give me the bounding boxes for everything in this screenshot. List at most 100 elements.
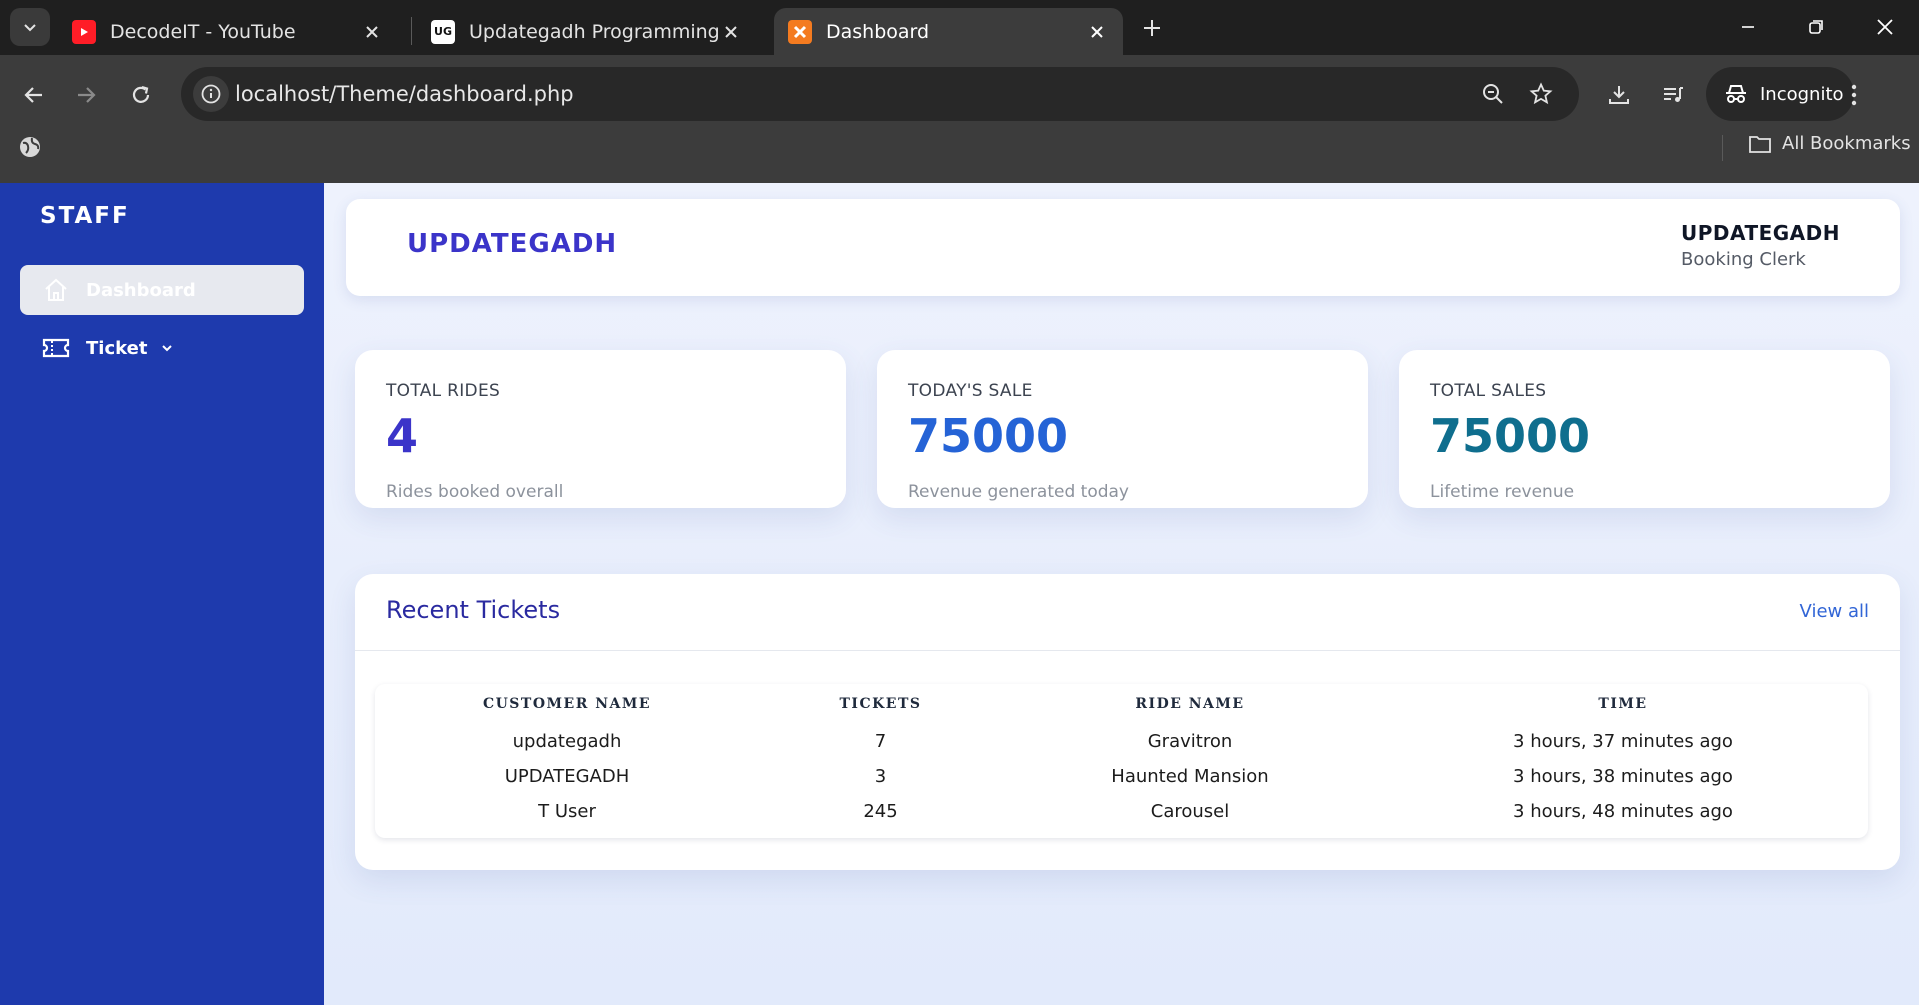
table-row: T User 245 Carousel 3 hours, 48 minutes … xyxy=(375,794,1868,829)
sidebar: STAFF Dashboard Ticket xyxy=(0,183,324,1005)
tab-title: Dashboard xyxy=(826,20,930,43)
cell-ride: Carousel xyxy=(1150,801,1230,822)
recent-tickets-card: Recent Tickets View all CUSTOMER NAME TI… xyxy=(355,574,1900,870)
page-header: UPDATEGADH UPDATEGADH Booking Clerk xyxy=(346,199,1900,296)
tab-dashboard[interactable]: Dashboard xyxy=(774,8,1123,55)
recent-tickets-header: Recent Tickets View all xyxy=(355,574,1900,651)
user-info: UPDATEGADH Booking Clerk xyxy=(1681,221,1840,270)
cell-time: 3 hours, 48 minutes ago xyxy=(1513,801,1733,822)
cell-ride: Haunted Mansion xyxy=(1111,766,1269,787)
user-role: Booking Clerk xyxy=(1681,249,1806,270)
stat-card-todays-sale: TODAY'S SALE 75000 Revenue generated tod… xyxy=(877,350,1368,508)
incognito-label: Incognito xyxy=(1760,83,1844,105)
stat-description: Rides booked overall xyxy=(386,481,564,502)
stat-card-total-rides: TOTAL RIDES 4 Rides booked overall xyxy=(355,350,846,508)
recent-tickets-table: CUSTOMER NAME TICKETS RIDE NAME TIME upd… xyxy=(375,684,1868,829)
stat-description: Revenue generated today xyxy=(908,481,1129,502)
incognito-badge[interactable]: Incognito xyxy=(1706,67,1854,121)
close-tab-icon[interactable] xyxy=(1085,20,1109,44)
column-header: RIDE NAME xyxy=(1135,696,1245,712)
table-header-row: CUSTOMER NAME TICKETS RIDE NAME TIME xyxy=(375,684,1868,724)
home-icon xyxy=(42,276,70,304)
reload-button[interactable] xyxy=(123,77,159,113)
chevron-down-icon xyxy=(161,342,173,354)
stat-label: TOTAL SALES xyxy=(1430,381,1547,401)
incognito-icon xyxy=(1726,85,1746,103)
reload-icon xyxy=(132,85,150,103)
main-content: UPDATEGADH UPDATEGADH Booking Clerk TOTA… xyxy=(324,183,1919,1005)
plus-icon xyxy=(1144,20,1160,36)
close-tab-icon[interactable] xyxy=(360,20,384,44)
stat-label: TODAY'S SALE xyxy=(908,381,1033,401)
close-tab-icon[interactable] xyxy=(719,20,743,44)
minimize-icon xyxy=(1742,26,1754,28)
column-header: TICKETS xyxy=(839,696,922,712)
stat-label: TOTAL RIDES xyxy=(386,381,501,401)
stat-card-total-sales: TOTAL SALES 75000 Lifetime revenue xyxy=(1399,350,1890,508)
tab-youtube[interactable]: DecodeIT - YouTube xyxy=(58,8,398,55)
ticket-icon xyxy=(42,334,70,362)
updategadh-logo-icon: UG xyxy=(431,19,455,44)
minimize-button[interactable] xyxy=(1731,10,1765,44)
tab-title: Updategadh Programming - Up xyxy=(469,20,719,43)
bookmark-star-icon[interactable] xyxy=(1527,80,1555,108)
address-bar[interactable]: localhost/Theme/dashboard.php xyxy=(181,67,1579,121)
media-controls-button[interactable] xyxy=(1655,77,1691,113)
chevron-down-icon xyxy=(24,24,36,32)
cell-tickets: 245 xyxy=(863,801,898,822)
cell-tickets: 7 xyxy=(874,731,887,752)
xampp-icon xyxy=(788,19,812,44)
close-window-button[interactable] xyxy=(1868,10,1902,44)
stat-value: 4 xyxy=(386,409,419,463)
zoom-icon[interactable] xyxy=(1479,80,1507,108)
sidebar-item-ticket[interactable]: Ticket xyxy=(20,323,304,373)
sidebar-item-dashboard[interactable]: Dashboard xyxy=(20,265,304,315)
stat-value: 75000 xyxy=(908,409,1069,463)
cell-customer: UPDATEGADH xyxy=(504,766,630,787)
queue-music-icon xyxy=(1664,87,1683,102)
all-bookmarks-button[interactable]: All Bookmarks xyxy=(1748,133,1911,154)
browser-menu-button[interactable] xyxy=(1836,77,1872,113)
table-row: updategadh 7 Gravitron 3 hours, 37 minut… xyxy=(375,724,1868,759)
browser-toolbar: localhost/Theme/dashboard.php Incognito … xyxy=(0,55,1919,183)
more-vertical-icon xyxy=(1851,84,1857,106)
recent-tickets-title: Recent Tickets xyxy=(386,596,561,624)
back-button[interactable] xyxy=(16,77,52,113)
all-bookmarks-label: All Bookmarks xyxy=(1782,133,1911,154)
cell-customer: updategadh xyxy=(512,731,622,752)
forward-button[interactable] xyxy=(68,77,104,113)
site-info-icon[interactable] xyxy=(193,76,229,112)
sidebar-item-label: Ticket xyxy=(86,337,148,359)
sidebar-item-label: Dashboard xyxy=(86,279,196,301)
cell-customer: T User xyxy=(538,801,596,822)
close-icon xyxy=(1877,19,1893,35)
bookmark-separator xyxy=(1722,135,1723,161)
tab-separator xyxy=(411,17,412,45)
column-header: CUSTOMER NAME xyxy=(482,696,652,712)
stat-description: Lifetime revenue xyxy=(1430,481,1575,502)
download-icon xyxy=(1609,86,1629,104)
arrow-right-icon xyxy=(78,87,96,103)
url-text[interactable]: localhost/Theme/dashboard.php xyxy=(235,67,574,121)
tab-updategadh[interactable]: UG Updategadh Programming - Up xyxy=(417,8,757,55)
new-tab-button[interactable] xyxy=(1136,12,1168,44)
browser-tab-bar: DecodeIT - YouTube UG Updategadh Program… xyxy=(0,0,1919,55)
recent-tickets-table-wrap: CUSTOMER NAME TICKETS RIDE NAME TIME upd… xyxy=(375,684,1868,838)
tab-search-button[interactable] xyxy=(10,8,50,46)
column-header: TIME xyxy=(1598,696,1648,712)
user-name: UPDATEGADH xyxy=(1681,221,1840,245)
table-row: UPDATEGADH 3 Haunted Mansion 3 hours, 38… xyxy=(375,759,1868,794)
cell-time: 3 hours, 38 minutes ago xyxy=(1513,766,1733,787)
page-title: UPDATEGADH xyxy=(407,229,618,259)
sidebar-brand: STAFF xyxy=(40,203,130,229)
globe-icon[interactable] xyxy=(17,134,43,160)
cell-time: 3 hours, 37 minutes ago xyxy=(1513,731,1733,752)
view-all-link[interactable]: View all xyxy=(1800,601,1869,622)
stat-value: 75000 xyxy=(1430,409,1591,463)
restore-button[interactable] xyxy=(1799,10,1833,44)
arrow-left-icon xyxy=(24,87,42,103)
tab-title: DecodeIT - YouTube xyxy=(110,20,296,43)
restore-icon xyxy=(1809,20,1823,34)
downloads-button[interactable] xyxy=(1601,77,1637,113)
cell-ride: Gravitron xyxy=(1147,731,1233,752)
